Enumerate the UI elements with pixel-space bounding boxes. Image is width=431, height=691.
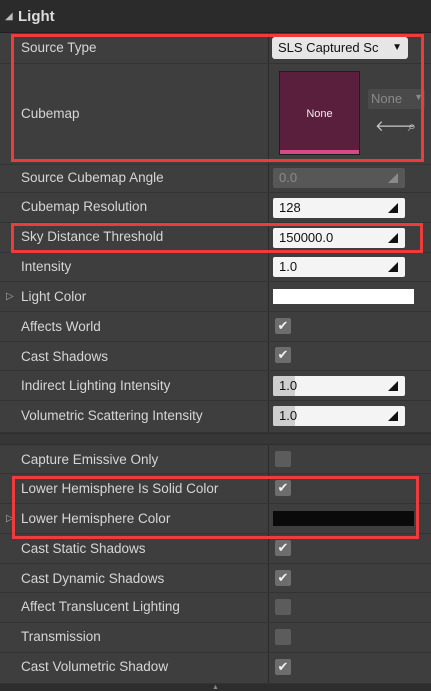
section-title: Light (18, 8, 55, 25)
cast-static-checkbox[interactable]: ✔ (275, 540, 291, 556)
resize-grip-icon (388, 203, 398, 213)
cast-dynamic-label: Cast Dynamic Shadows (21, 571, 165, 586)
resize-grip-icon (388, 381, 398, 391)
intensity-value: 1.0 (279, 259, 298, 274)
cubemap-angle-input[interactable]: 0.0 (273, 168, 405, 188)
row-cast-volumetric: Cast Volumetric Shadow (0, 653, 431, 684)
row-affects-world: Affects World (0, 312, 431, 342)
volumetric-scattering-slider[interactable]: 1.0 (273, 406, 405, 426)
capture-emissive-label: Capture Emissive Only (21, 452, 159, 467)
intensity-label: Intensity (21, 259, 72, 274)
intensity-input[interactable]: 1.0 (273, 257, 405, 277)
cast-shadows-label: Cast Shadows (21, 349, 109, 364)
volumetric-scattering-value: 1.0 (279, 408, 298, 423)
affect-translucent-checkbox[interactable] (275, 599, 291, 615)
light-section-header[interactable]: ◢ Light (0, 0, 431, 33)
transmission-checkbox[interactable] (275, 629, 291, 645)
resize-grip-icon (388, 262, 398, 272)
volumetric-scattering-label: Volumetric Scattering Intensity (21, 408, 203, 423)
collapse-triangle-icon[interactable]: ◢ (5, 11, 13, 22)
row-cast-dynamic: Cast Dynamic Shadows (0, 564, 431, 593)
cast-shadows-checkbox[interactable]: ✔ (275, 347, 291, 363)
cast-static-label: Cast Static Shadows (21, 541, 146, 556)
resize-grip-icon (388, 411, 398, 421)
capture-emissive-checkbox[interactable] (275, 451, 291, 467)
cast-dynamic-checkbox[interactable]: ✔ (275, 570, 291, 586)
cubemap-angle-label: Source Cubemap Angle (21, 170, 164, 185)
affects-world-label: Affects World (21, 319, 101, 334)
resize-grip-icon (388, 173, 398, 183)
row-transmission: Transmission (0, 623, 431, 653)
indirect-lighting-slider[interactable]: 1.0 (273, 376, 405, 396)
highlight-box-lower-hemisphere (12, 476, 419, 539)
row-cast-shadows: Cast Shadows (0, 342, 431, 371)
row-capture-emissive: Capture Emissive Only (0, 445, 431, 474)
chevron-down-icon: ▲ (212, 684, 219, 691)
advanced-separator (0, 433, 431, 445)
highlight-box-source-cubemap (11, 34, 424, 162)
affect-translucent-label: Affect Translucent Lighting (21, 599, 180, 614)
affects-world-checkbox[interactable]: ✔ (275, 318, 291, 334)
cubemap-angle-value: 0.0 (279, 170, 298, 185)
expand-arrow-icon[interactable]: ▷ (6, 291, 14, 302)
advanced-expander-bar[interactable]: ▲ (0, 684, 431, 691)
cast-volumetric-label: Cast Volumetric Shadow (21, 659, 169, 674)
details-panel: ◢ Light Source Type SLS Captured Sc ▼ Cu… (0, 0, 431, 691)
indirect-lighting-value: 1.0 (279, 378, 298, 393)
light-color-label: Light Color (21, 289, 87, 304)
cast-volumetric-checkbox[interactable]: ✔ (275, 659, 291, 675)
light-color-swatch[interactable] (273, 289, 414, 304)
row-affect-translucent: Affect Translucent Lighting (0, 593, 431, 623)
indirect-lighting-label: Indirect Lighting Intensity (21, 378, 171, 393)
highlight-box-sky-distance (11, 223, 423, 253)
cubemap-resolution-input[interactable]: 128 (273, 198, 405, 218)
cubemap-resolution-value: 128 (279, 200, 301, 215)
transmission-label: Transmission (21, 629, 101, 644)
cubemap-resolution-label: Cubemap Resolution (21, 199, 148, 214)
